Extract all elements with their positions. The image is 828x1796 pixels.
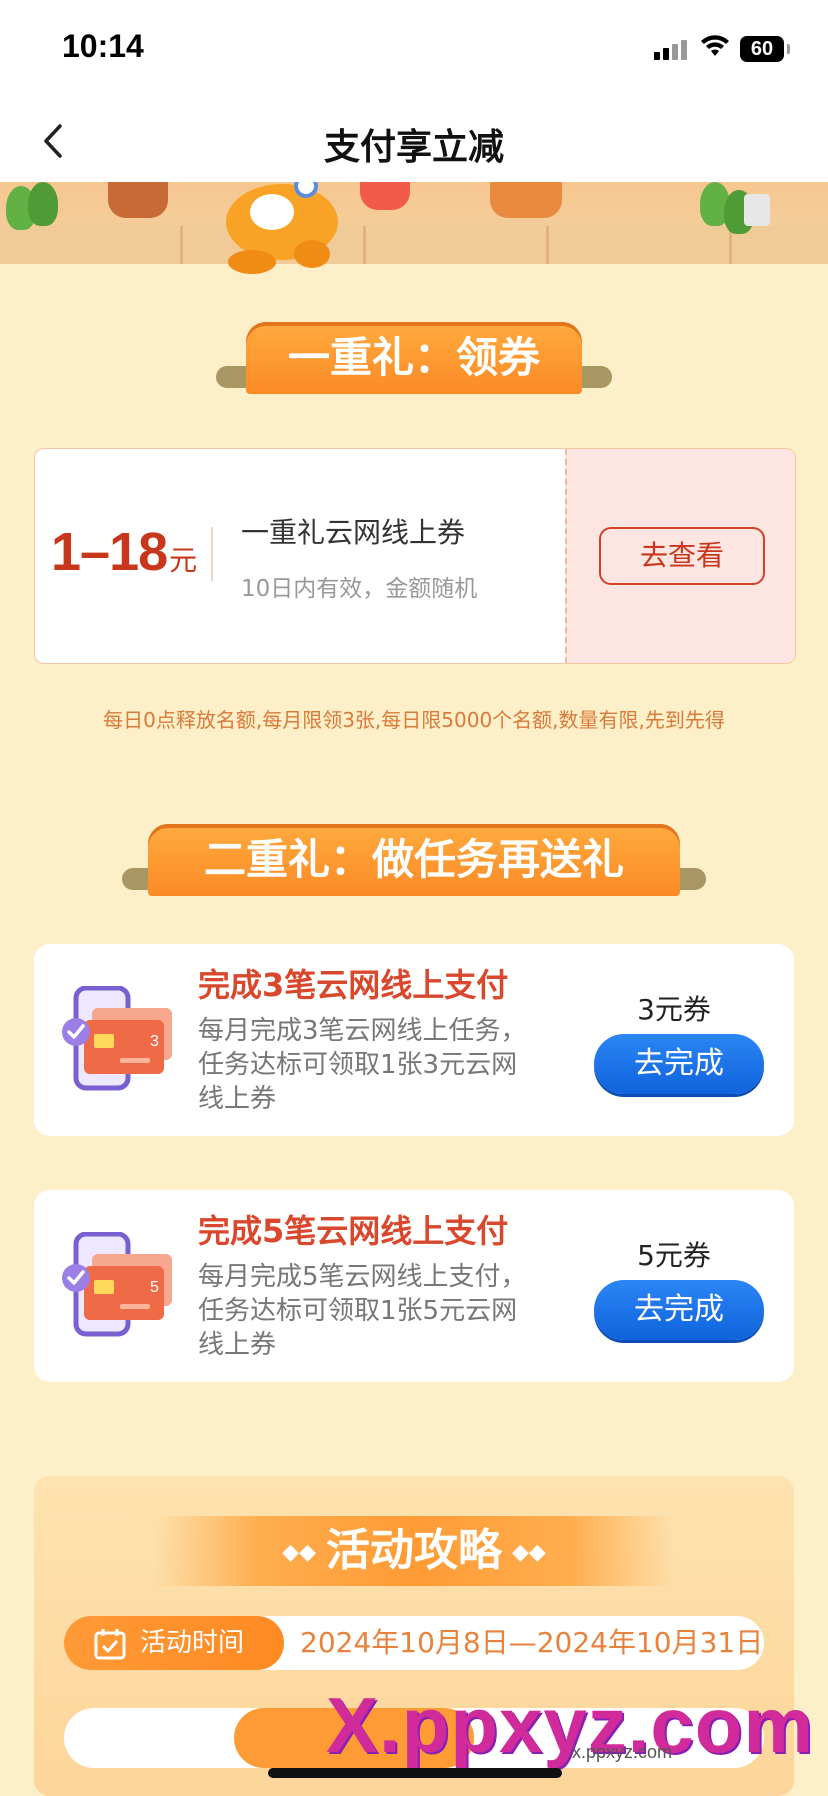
wifi-icon [701, 35, 729, 56]
mascot-illustration [226, 182, 338, 274]
task-icon-badge: 5 [150, 1279, 159, 1296]
task-title: 完成5笔云网线上支付 [198, 1212, 509, 1250]
header-banner [0, 182, 828, 264]
coupon-amount-value: 1–18 [51, 522, 168, 582]
activity-time-value: 2024年10月8日—2024年10月31日 [300, 1626, 764, 1659]
watermark: X.ppxyz.com [326, 1681, 814, 1769]
section2-ribbon: 二重礼：做任务再送礼 [122, 824, 706, 896]
activity-time-label-pill: 活动时间 [64, 1616, 284, 1670]
section2-title: 二重礼：做任务再送礼 [203, 835, 624, 884]
coupon-card: 1–18元 一重礼云网线上券 10日内有效，金额随机 去查看 [34, 448, 796, 664]
task-desc: 每月完成5笔云网线上支付，任务达标可领取1张5元云网线上券 [198, 1262, 527, 1360]
guide-title-band: ◆◆ 活动攻略 ◆◆ [154, 1516, 674, 1586]
status-time: 10:14 [62, 28, 144, 64]
coupon-amount: 1–18元 [51, 521, 197, 583]
diamond-icon: ◆◆ [282, 1540, 316, 1565]
section1-title: 一重礼：领券 [287, 333, 540, 382]
coupon-desc: 10日内有效，金额随机 [241, 576, 478, 602]
diamond-icon: ◆◆ [512, 1540, 546, 1565]
coupon-name: 一重礼云网线上券 [241, 516, 466, 549]
watermark-small: x.ppxyz.com [572, 1742, 673, 1762]
task-reward: 5元券 [637, 1239, 711, 1272]
home-indicator [268, 1768, 562, 1778]
nav-bar: 支付享立减 [0, 100, 828, 182]
status-bar: 10:14 60 [0, 0, 828, 100]
task-icon-badge: 3 [150, 1033, 159, 1050]
section1-ribbon: 一重礼：领券 [216, 322, 612, 394]
task-reward: 3元券 [637, 993, 711, 1026]
card-payment-icon: 5 [62, 1232, 172, 1337]
calendar-icon [94, 1629, 126, 1660]
page-title: 支付享立减 [323, 127, 504, 168]
task-card: 5 完成5笔云网线上支付 每月完成5笔云网线上支付，任务达标可领取1张5元云网线… [34, 1190, 794, 1382]
cellular-signal-icon [654, 40, 690, 60]
activity-time-row: 活动时间 2024年10月8日—2024年10月31日 [64, 1616, 764, 1670]
coupon-divider [211, 527, 213, 581]
battery-icon: 60 [740, 36, 790, 62]
task-card: 3 完成3笔云网线上支付 每月完成3笔云网线上任务，任务达标可领取1张3元云网线… [34, 944, 794, 1136]
task-title: 完成3笔云网线上支付 [198, 966, 509, 1004]
activity-time-label: 活动时间 [140, 1628, 245, 1658]
coupon-notice: 每日0点释放名额,每月限领3张,每日限5000个名额,数量有限,先到先得 [103, 708, 725, 732]
task-desc: 每月完成3笔云网线上任务，任务达标可领取1张3元云网线上券 [198, 1016, 527, 1114]
coupon-amount-unit: 元 [169, 545, 198, 576]
guide-title: 活动攻略 [326, 1525, 502, 1576]
flowerpot-decoration [108, 182, 168, 218]
view-coupon-button[interactable]: 去查看 [599, 527, 765, 585]
complete-task-button[interactable]: 去完成 [594, 1034, 764, 1094]
card-payment-icon: 3 [62, 986, 172, 1091]
complete-task-button[interactable]: 去完成 [594, 1280, 764, 1340]
